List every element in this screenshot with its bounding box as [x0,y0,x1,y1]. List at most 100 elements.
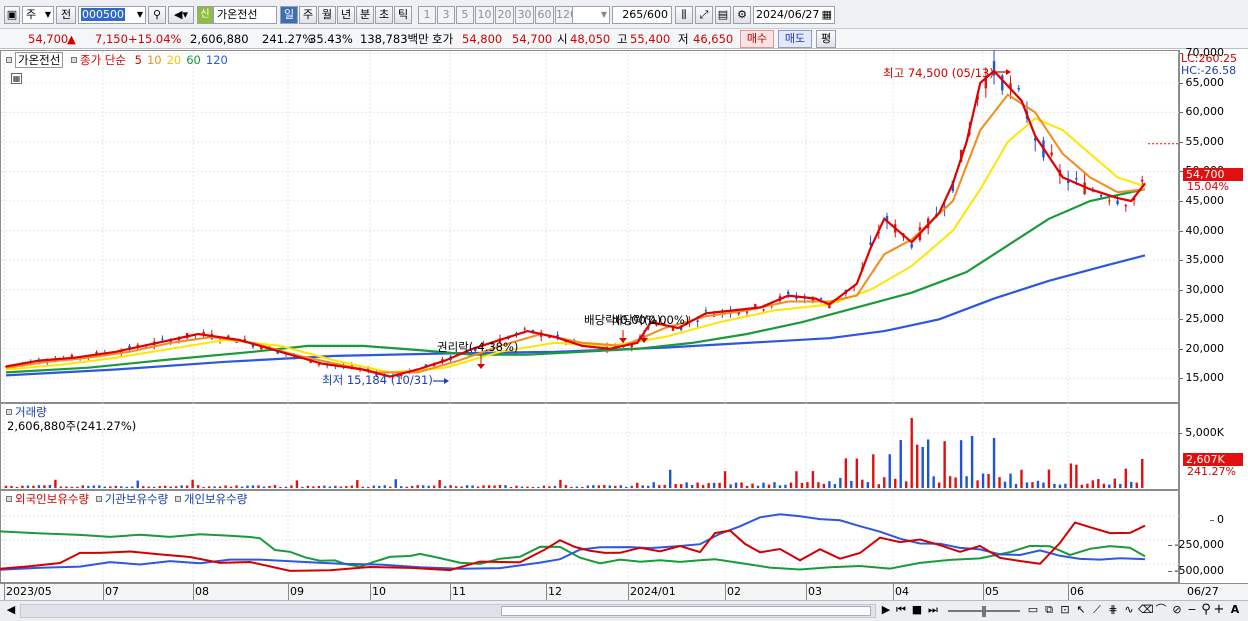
tab-일[interactable]: 일 [280,6,298,24]
volume-bar [21,485,24,488]
ask-label: 호가 [432,32,454,46]
interval-input[interactable]: ▼ [572,6,610,24]
count-field[interactable]: 265/600 [612,6,672,24]
speaker-icon[interactable]: ◀▾ [168,6,194,24]
volume-legend: 거래량 [6,405,47,419]
tab-분[interactable]: 분 [356,6,374,24]
magnet-icon[interactable]: ⌒ [1154,603,1168,619]
tab-틱[interactable]: 틱 [394,6,412,24]
chart-menu-icon[interactable]: ▣ [4,6,20,24]
candle-body [161,338,164,340]
volume-bar [158,486,161,488]
calendar-icon: ▦ [821,8,832,21]
fast-forward-icon[interactable]: ⏭ [926,603,940,619]
volume-bar [800,482,804,488]
interval-button[interactable]: 10 [475,6,494,24]
select-icon[interactable]: ▭ [1026,603,1040,619]
volume-bar [1042,482,1045,488]
volume-bar [449,485,452,488]
eraser-icon[interactable]: ⌫ [1138,603,1154,619]
period-type-select[interactable]: 주 ▼ [22,6,54,24]
volume-bar [1080,484,1084,488]
trend-icon[interactable]: ⟋ [1090,603,1104,619]
zoom-slider-handle[interactable] [982,606,986,617]
scroll-left-icon[interactable]: ◀ [4,603,18,619]
legend-institution: 기관보유수량 [104,492,169,506]
zoom-in-icon[interactable]: + [1213,603,1225,619]
volume-bar [745,485,749,488]
scroll-thumb[interactable] [501,606,871,616]
font-size-icon[interactable]: A [1228,603,1242,619]
interval-button[interactable]: 3 [437,6,455,24]
interval-button[interactable]: 60 [535,6,554,24]
volume-bar [26,485,30,488]
copy-icon[interactable]: ⧉ [1042,603,1056,619]
volume-bar [855,458,859,488]
wave-icon[interactable]: ∿ [1122,603,1136,619]
volume-bar [389,486,392,488]
price-tick: 40,000 [1178,223,1224,237]
volume-bar [959,440,963,488]
stop-icon[interactable]: ■ [910,603,924,619]
volume-bar [476,486,480,488]
volume-bar [153,486,156,488]
date-field[interactable]: 2024/06/27 ▦ [753,6,835,24]
tab-초[interactable]: 초 [375,6,393,24]
draw-line-icon[interactable]: ↖ [1074,603,1088,619]
volume-bar [811,471,815,488]
prev-button[interactable]: 전 [56,6,76,24]
volume-bar [608,485,612,488]
volume-bar [647,485,650,488]
interval-button[interactable]: 20 [495,6,514,24]
clear-icon[interactable]: ⊘ [1170,603,1184,619]
min-arrow-head [444,378,449,384]
volume-bar [828,481,831,488]
calculator-icon[interactable]: ▦ [11,73,22,84]
candle-body [630,345,633,348]
volume-bar [383,485,386,488]
stock-code-input[interactable]: 000500 ▼ [78,6,146,24]
candle-icon[interactable]: ⫼ [675,6,693,24]
volume-bar [954,477,957,488]
volume-bar [279,486,282,488]
buy-button[interactable]: 매수 [740,30,774,48]
interval-button[interactable]: 30 [515,6,534,24]
volume-bar [1069,463,1073,488]
legend-stock-name: 가온전선 [15,52,64,68]
panel-box-icon [174,496,181,502]
search-icon[interactable]: ⚲ [1200,603,1212,619]
search-icon[interactable]: ⚲ [148,6,166,24]
pin-icon[interactable]: ⊡ [1058,603,1072,619]
ma-line-5 [5,69,1146,378]
tab-주[interactable]: 주 [299,6,317,24]
price-legend: 가온전선 종가 단순 5 10 20 60 120 [6,52,228,68]
x-label: 05 [985,585,999,598]
line-tool-icon[interactable]: ⤢ [695,6,713,24]
sell-button[interactable]: 매도 [778,30,812,48]
volume-bar [109,486,112,488]
legend-ma-periods: 5 10 20 60 120 [130,53,228,67]
tab-년[interactable]: 년 [337,6,355,24]
panel-box-icon [6,57,12,63]
interval-button[interactable]: 5 [456,6,474,24]
volume-bar [652,482,655,488]
fib-icon[interactable]: ⋕ [1106,603,1120,619]
tab-월[interactable]: 월 [318,6,336,24]
volume-bar [454,486,458,488]
gear-icon[interactable]: ⚙ [733,6,751,24]
volume-bar [592,485,595,488]
volume-bar [668,469,672,488]
rewind-icon[interactable]: ⏮ [894,603,908,619]
save-icon[interactable]: ▤ [715,6,731,24]
scroll-track[interactable] [20,604,876,618]
x-label: 10 [372,585,386,598]
x-tick [370,583,371,600]
interval-button[interactable]: 1 [418,6,436,24]
scroll-right-icon[interactable]: ▶ [879,603,893,619]
price-y-axis: LC:260.25 HC:-26.58 70,000 65,000 60,000 55… [1178,46,1248,403]
zoom-out-icon[interactable]: − [1186,603,1198,619]
x-tick [4,583,5,600]
zoom-slider[interactable] [948,606,1020,617]
eval-button[interactable]: 평 [816,30,836,48]
stock-name-field[interactable]: 가온전선 [213,6,277,24]
